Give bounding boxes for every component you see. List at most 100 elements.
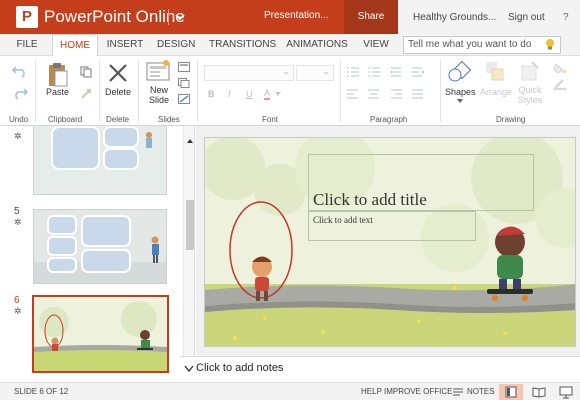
slide-show-button[interactable]: [554, 384, 578, 400]
thumbnail-6-art: [34, 297, 167, 371]
title-divider: [168, 9, 169, 25]
normal-view-icon: [505, 386, 517, 398]
document-name[interactable]: Presentation...: [264, 10, 328, 21]
slide-number-5: 5: [14, 206, 20, 217]
scroll-up-icon[interactable]: [187, 138, 193, 144]
quick-styles-button[interactable]: Quick Styles: [515, 85, 545, 105]
paste-button[interactable]: Paste: [46, 87, 69, 97]
delete-group-label: Delete: [106, 115, 130, 124]
powerpoint-logo-icon: P: [16, 6, 38, 28]
help-improve-office-link[interactable]: HELP IMPROVE OFFICE: [361, 387, 452, 396]
underline-button[interactable]: U: [246, 89, 253, 99]
normal-view-button[interactable]: [499, 384, 523, 400]
tab-file[interactable]: FILE: [12, 34, 42, 56]
drawing-group-label: Drawing: [496, 115, 526, 124]
slide-thumbnail-4[interactable]: [33, 126, 167, 195]
transition-star-icon: ✲: [14, 131, 22, 141]
undo-icon[interactable]: [12, 64, 28, 78]
slides-group-label: Slides: [158, 115, 180, 124]
duplicate-slide-icon[interactable]: [178, 78, 190, 88]
text-placeholder[interactable]: Click to add text: [308, 211, 476, 241]
font-color-dropdown-icon[interactable]: [275, 92, 281, 96]
slide-thumbnail-6-selected[interactable]: [32, 295, 169, 373]
slide-show-icon: [559, 386, 573, 399]
notes-toggle[interactable]: NOTES: [467, 387, 495, 396]
ribbon-tab-row: FILE HOME INSERT DESIGN TRANSITIONS ANIM…: [0, 34, 580, 57]
layout-icon[interactable]: [178, 62, 190, 72]
group-divider: [99, 60, 100, 122]
tell-me-search-input[interactable]: Tell me what you want to do: [403, 36, 561, 54]
tab-view[interactable]: VIEW: [362, 34, 390, 56]
arrange-icon[interactable]: [484, 60, 506, 84]
slide-thumbnail-pane: ✲ 5 ✲ 6 ✲: [0, 126, 195, 382]
tab-animations[interactable]: ANIMATIONS: [286, 34, 348, 56]
ribbon: Undo Paste Clipboard Delete Delete New S…: [0, 56, 580, 126]
account-area: Healthy Grounds... Sign out ?: [398, 0, 580, 34]
thumbnail-5-art: [34, 210, 166, 283]
group-divider: [138, 60, 139, 122]
transition-star-icon: ✲: [14, 306, 22, 316]
paragraph-list-icons[interactable]: [346, 66, 436, 78]
share-button[interactable]: Share: [344, 0, 398, 34]
title-bar: P PowerPoint Online Presentation... Shar…: [0, 0, 580, 34]
paste-icon[interactable]: [47, 62, 69, 88]
format-painter-icon[interactable]: [80, 88, 92, 100]
delete-x-icon[interactable]: [107, 62, 129, 84]
group-divider: [197, 60, 198, 122]
tab-home[interactable]: HOME: [52, 34, 98, 57]
italic-button[interactable]: I: [228, 89, 231, 99]
font-name-select[interactable]: [204, 65, 294, 81]
scrollbar-thumb[interactable]: [186, 200, 194, 250]
user-name[interactable]: Healthy Grounds...: [413, 12, 496, 23]
thumbnail-scrollbar[interactable]: [183, 126, 194, 382]
tab-transitions[interactable]: TRANSITIONS: [209, 34, 276, 56]
notes-chevron-down-icon[interactable]: [184, 365, 194, 373]
paragraph-group-label: Paragraph: [370, 115, 408, 124]
redo-icon[interactable]: [12, 86, 28, 100]
bold-button[interactable]: B: [208, 89, 215, 99]
title-placeholder[interactable]: Click to add title: [308, 154, 534, 211]
title-placeholder-text: Click to add title: [313, 190, 427, 209]
paragraph-align-icons[interactable]: [346, 88, 436, 100]
shapes-dropdown-icon[interactable]: [457, 99, 463, 103]
tell-me-placeholder: Tell me what you want to do: [408, 39, 532, 50]
current-slide[interactable]: Click to add title Click to add text: [204, 137, 576, 347]
sign-out-link[interactable]: Sign out: [508, 12, 545, 23]
slide-editing-area: Click to add title Click to add text: [196, 126, 580, 356]
font-group-label: Font: [262, 115, 279, 124]
notes-icon[interactable]: [453, 388, 463, 396]
shapes-icon[interactable]: [447, 60, 471, 84]
shape-fill-icon[interactable]: [553, 62, 567, 74]
clipboard-group-label: Clipboard: [48, 115, 83, 124]
transition-star-icon: ✲: [14, 217, 22, 227]
shapes-button[interactable]: Shapes: [445, 87, 476, 97]
text-placeholder-text: Click to add text: [313, 215, 373, 225]
reading-view-icon: [532, 387, 546, 398]
status-bar: SLIDE 6 OF 12 HELP IMPROVE OFFICE NOTES: [0, 382, 580, 400]
app-menu-chevron-down-icon[interactable]: [172, 7, 188, 27]
copy-icon[interactable]: [80, 66, 92, 78]
quick-styles-icon[interactable]: [520, 60, 540, 82]
tab-design[interactable]: DESIGN: [157, 34, 195, 56]
group-divider: [35, 60, 36, 122]
group-divider: [440, 60, 441, 122]
shape-outline-icon[interactable]: [553, 78, 567, 90]
undo-group-label: Undo: [9, 115, 29, 124]
arrange-button[interactable]: Arrange: [480, 87, 512, 97]
font-color-button[interactable]: A: [264, 88, 271, 100]
tab-insert[interactable]: INSERT: [106, 34, 144, 56]
help-button[interactable]: ?: [563, 12, 569, 23]
slide-thumbnail-5[interactable]: [33, 209, 167, 284]
delete-button[interactable]: Delete: [105, 87, 131, 97]
new-slide-button[interactable]: New Slide: [145, 85, 173, 105]
powerpoint-online-window: P PowerPoint Online Presentation... Shar…: [0, 0, 580, 400]
hide-slide-icon[interactable]: [178, 94, 190, 104]
notes-pane[interactable]: Click to add notes: [180, 356, 580, 382]
reading-view-button[interactable]: [527, 384, 551, 400]
lightbulb-icon[interactable]: [545, 38, 555, 51]
app-name[interactable]: PowerPoint Online: [44, 6, 185, 28]
group-divider: [340, 60, 341, 122]
new-slide-icon[interactable]: [146, 60, 170, 82]
font-size-select[interactable]: [296, 65, 334, 81]
thumbnail-4-art: [34, 126, 166, 194]
